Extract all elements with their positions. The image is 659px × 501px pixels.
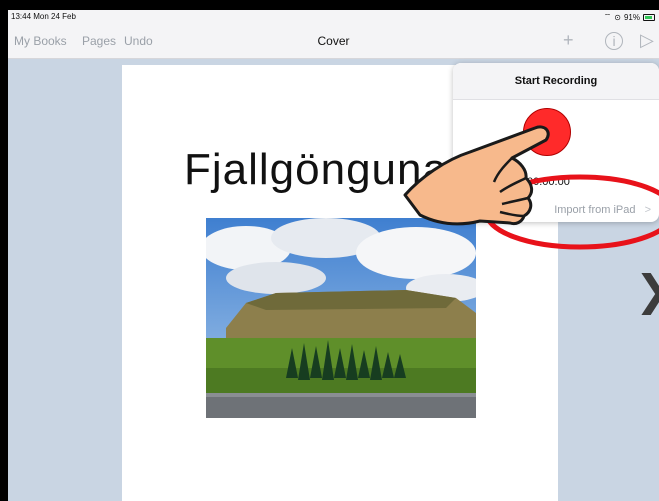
next-page-chevron-icon[interactable]: ❯ [635,266,659,315]
status-right: ⌔ ⊙ 91% [604,12,655,22]
play-icon[interactable]: ▷ [640,30,654,50]
battery-icon [643,13,655,21]
navigation-bar: My Books Pages Undo Cover + i ▷ [8,24,659,59]
wifi-icon: ⌔ [603,12,612,21]
ipad-screen: 13:44 Mon 24 Feb ⌔ ⊙ 91% My Books Pages … [8,10,659,501]
my-books-button[interactable]: My Books [14,34,67,48]
pages-button[interactable]: Pages [82,34,116,48]
orientation-lock-icon: ⊙ [614,12,621,22]
popover-title: Start Recording [453,63,659,100]
import-from-ipad-button[interactable]: Import from iPad > [554,204,651,216]
info-icon[interactable]: i [605,32,623,50]
mountain-photo[interactable] [206,218,476,418]
plus-icon[interactable]: + [563,30,574,50]
import-label: Import from iPad [554,204,636,216]
status-bar: 13:44 Mon 24 Feb ⌔ ⊙ 91% [8,10,659,24]
mountain-photo-image [206,218,476,418]
undo-button[interactable]: Undo [124,34,153,48]
recording-timer: 00:00:00 [527,176,570,188]
status-time: 13:44 Mon 24 Feb [11,12,76,21]
book-title[interactable]: Fjallgönguna [184,145,448,195]
battery-percent: 91% [623,12,640,22]
chevron-right-icon: > [644,204,651,216]
record-button[interactable] [523,108,571,156]
